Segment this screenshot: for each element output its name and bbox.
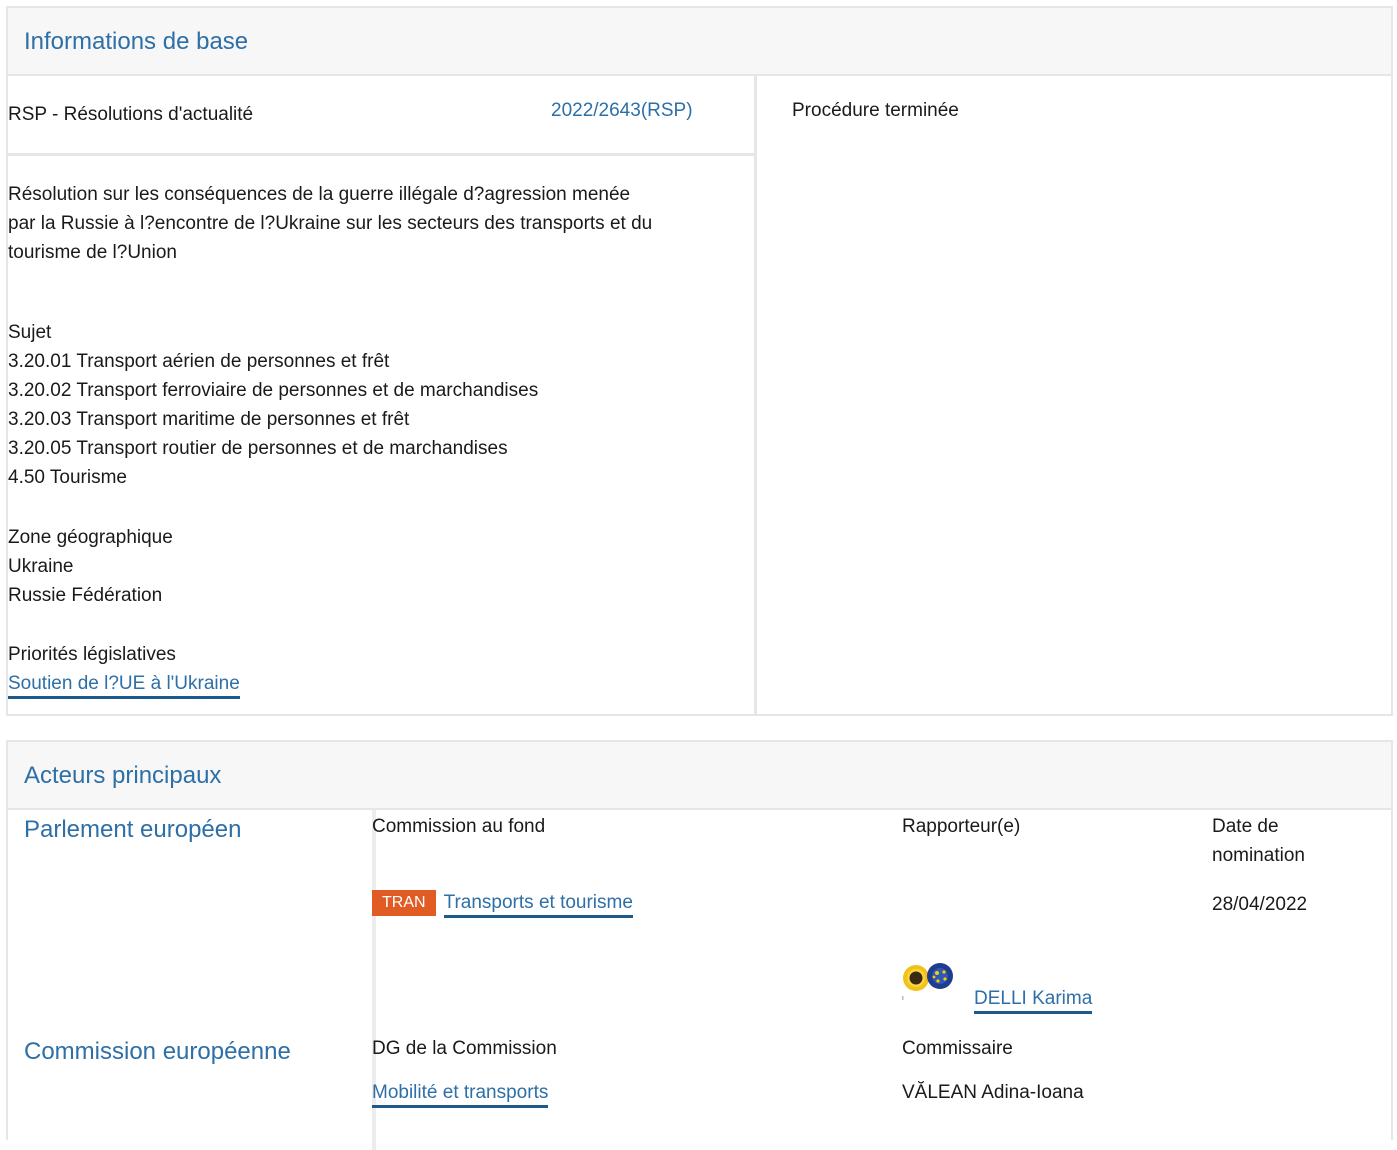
procedure-title-line: par la Russie à l?encontre de l?Ukraine … — [8, 213, 653, 234]
geo-item: Ukraine — [8, 556, 74, 577]
procedure-type: RSP - Résolutions d'actualité — [8, 104, 254, 125]
date-header: Date de nomination — [1212, 812, 1305, 870]
parliament-label: Parlement européen — [24, 816, 242, 843]
committee-entry: TRAN Transports et tourisme — [372, 890, 633, 919]
subject-item: 3.20.01 Transport aérien de personnes et… — [8, 351, 390, 372]
commissioner-header: Commissaire — [902, 1038, 1013, 1059]
procedure-reference-link[interactable]: 2022/2643(RSP) — [551, 100, 693, 122]
dg-link[interactable]: Mobilité et transports — [372, 1082, 549, 1108]
nomination-date: 28/04/2022 — [1212, 894, 1308, 915]
geo-item: Russie Fédération — [8, 585, 163, 606]
committee-header: Commission au fond — [372, 816, 546, 837]
commission-label: Commission européenne — [24, 1038, 291, 1065]
basic-info-left-column: RSP - Résolutions d'actualité 2022/2643(… — [8, 76, 754, 714]
sunflower-icon — [902, 963, 953, 1000]
date-header-line: nomination — [1212, 845, 1305, 866]
committee-link[interactable]: Transports et tourisme — [443, 892, 633, 919]
actors-header: Acteurs principaux — [8, 742, 1391, 810]
rapporteur-header: Rapporteur(e) — [902, 816, 1021, 837]
procedure-title-line: tourisme de l?Union — [8, 242, 177, 263]
priority-label: Priorités législatives — [8, 644, 176, 665]
procedure-title: Résolution sur les conséquences de la gu… — [8, 180, 756, 267]
basic-info-header: Informations de base — [8, 8, 1391, 76]
column-divider — [754, 76, 757, 714]
subject-section: Sujet 3.20.01 Transport aérien de person… — [8, 318, 538, 492]
priority-link[interactable]: Soutien de l?UE à l'Ukraine — [8, 673, 240, 699]
commissioner-name: VĂLEAN Adina-Ioana — [902, 1082, 1084, 1103]
subject-label: Sujet — [8, 322, 52, 343]
rapporteur-link[interactable]: DELLI Karima — [974, 988, 1093, 1014]
procedure-status: Procédure terminée — [792, 100, 959, 121]
actors-title: Acteurs principaux — [24, 762, 222, 789]
subject-item: 3.20.02 Transport ferroviaire de personn… — [8, 380, 539, 401]
geo-label: Zone géographique — [8, 527, 173, 548]
subject-item: 3.20.03 Transport maritime de personnes … — [8, 409, 410, 430]
basic-info-panel: Informations de base RSP - Résolutions d… — [6, 6, 1393, 716]
date-header-line: Date de — [1212, 816, 1279, 837]
political-group-logo — [900, 960, 964, 1000]
actors-panel: Acteurs principaux Parlement européen Co… — [6, 740, 1393, 1150]
priority-section: Priorités législatives Soutien de l?UE à… — [8, 640, 240, 699]
dg-entry: Mobilité et transports — [372, 1082, 549, 1108]
procedure-row: RSP - Résolutions d'actualité 2022/2643(… — [8, 76, 754, 156]
subject-item: 3.20.05 Transport routier de personnes e… — [8, 438, 508, 459]
subject-item: 4.50 Tourisme — [8, 467, 127, 488]
basic-info-title: Informations de base — [24, 28, 249, 55]
procedure-title-line: Résolution sur les conséquences de la gu… — [8, 184, 631, 205]
dg-header: DG de la Commission — [372, 1038, 557, 1059]
rapporteur-entry: DELLI Karima — [974, 988, 1093, 1014]
committee-tag: TRAN — [372, 890, 436, 916]
geo-section: Zone géographique Ukraine Russie Fédérat… — [8, 523, 173, 610]
